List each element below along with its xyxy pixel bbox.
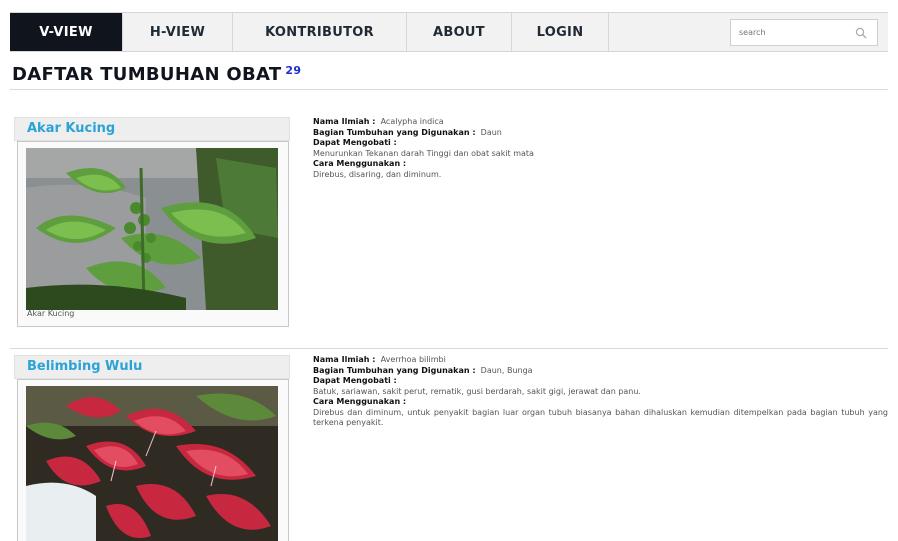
treats-label: Dapat Mengobati : bbox=[313, 376, 397, 385]
title-divider bbox=[10, 89, 888, 90]
usage-label: Cara Menggunakan : bbox=[313, 159, 407, 168]
page-title: DAFTAR TUMBUHAN OBAT 29 bbox=[12, 64, 301, 85]
scientific-name: Averrhoa bilimbi bbox=[380, 355, 446, 364]
nav-h-view[interactable]: H-VIEW bbox=[123, 13, 233, 51]
plant-part-row: Bagian Tumbuhan yang Digunakan : Daun, B… bbox=[313, 366, 888, 377]
nav-kontributor[interactable]: KONTRIBUTOR bbox=[233, 13, 407, 51]
scientific-name-row: Nama Ilmiah : Acalypha indica bbox=[313, 117, 888, 128]
search-box bbox=[730, 19, 878, 46]
treats-text: Menurunkan Tekanan darah Tinggi dan obat… bbox=[313, 148, 534, 158]
plant-part: Daun bbox=[480, 127, 502, 137]
plant-part: Daun, Bunga bbox=[480, 365, 533, 375]
plant-card-header[interactable]: Belimbing Wulu bbox=[14, 355, 290, 379]
usage-text: Direbus, disaring, dan diminum. bbox=[313, 169, 442, 179]
search-icon[interactable] bbox=[855, 27, 867, 39]
entry-divider bbox=[10, 348, 888, 349]
scientific-name: Acalypha indica bbox=[380, 117, 444, 126]
plant-name-link[interactable]: Belimbing Wulu bbox=[27, 359, 142, 374]
scientific-name-label: Nama Ilmiah : bbox=[313, 117, 376, 126]
usage-text: Direbus dan diminum, untuk penyakit bagi… bbox=[313, 407, 888, 428]
plant-card: Akar Kucing bbox=[17, 141, 289, 327]
treats-text: Batuk, sariawan, sakit perut, rematik, g… bbox=[313, 386, 641, 396]
plant-info: Nama Ilmiah : Averrhoa bilimbi Bagian Tu… bbox=[313, 355, 888, 429]
plant-count: 29 bbox=[285, 64, 302, 77]
nav-about[interactable]: ABOUT bbox=[407, 13, 512, 51]
usage-label: Cara Menggunakan : bbox=[313, 397, 407, 406]
plant-card-header[interactable]: Akar Kucing bbox=[14, 117, 290, 141]
plant-info: Nama Ilmiah : Acalypha indica Bagian Tum… bbox=[313, 117, 888, 180]
plant-part-label: Bagian Tumbuhan yang Digunakan : bbox=[313, 127, 476, 137]
plant-image-belimbing-wulu[interactable] bbox=[26, 386, 278, 541]
top-nav: V-VIEW H-VIEW KONTRIBUTOR ABOUT LOGIN bbox=[10, 12, 888, 52]
plant-caption: Akar Kucing bbox=[27, 309, 75, 318]
scientific-name-label: Nama Ilmiah : bbox=[313, 355, 376, 364]
nav-login[interactable]: LOGIN bbox=[512, 13, 609, 51]
plant-card bbox=[17, 379, 289, 541]
plant-image-akar-kucing[interactable] bbox=[26, 148, 278, 310]
scientific-name-row: Nama Ilmiah : Averrhoa bilimbi bbox=[313, 355, 888, 366]
search-input[interactable] bbox=[731, 28, 841, 37]
plant-part-row: Bagian Tumbuhan yang Digunakan : Daun bbox=[313, 128, 888, 139]
treats-label: Dapat Mengobati : bbox=[313, 138, 397, 147]
page-title-text: DAFTAR TUMBUHAN OBAT bbox=[12, 64, 282, 85]
plant-name-link[interactable]: Akar Kucing bbox=[27, 121, 115, 136]
nav-v-view[interactable]: V-VIEW bbox=[10, 13, 123, 51]
plant-part-label: Bagian Tumbuhan yang Digunakan : bbox=[313, 365, 476, 375]
